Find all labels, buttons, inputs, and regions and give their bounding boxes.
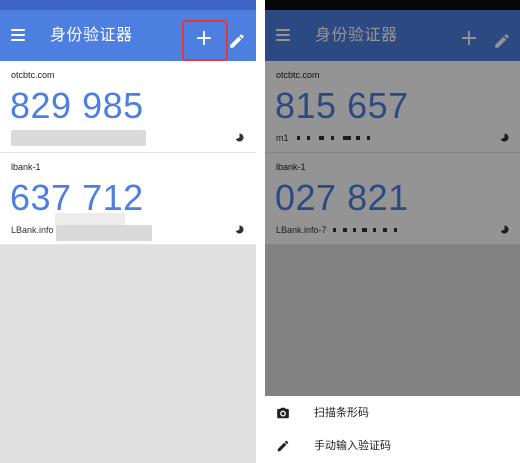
scan-barcode-label: 扫描条形码 [314, 406, 369, 419]
left-screen: 身份验证器 + otcbtc.com 829 985 lbank-1 637 7… [0, 0, 256, 463]
app-toolbar: 身份验证器 + [0, 10, 256, 61]
otp-code[interactable]: 829 985 [10, 85, 144, 127]
manual-entry-label: 手动输入验证码 [314, 439, 391, 452]
menu-icon[interactable] [11, 29, 25, 41]
add-account-sheet: 扫描条形码 手动输入验证码 [265, 396, 520, 463]
redacted-issuer [11, 130, 146, 146]
pencil-icon [277, 440, 289, 452]
account-name: lbank-1 [11, 162, 41, 172]
redacted-issuer [56, 225, 152, 241]
account-list: otcbtc.com 829 985 lbank-1 637 712 LBank… [0, 61, 256, 245]
status-bar [0, 0, 256, 10]
dim-overlay[interactable] [265, 0, 520, 396]
app-title: 身份验证器 [50, 25, 133, 44]
account-issuer: LBank.info [11, 225, 54, 235]
camera-icon [277, 407, 289, 419]
timer-icon [235, 225, 244, 234]
account-card[interactable]: lbank-1 637 712 LBank.info [0, 153, 256, 245]
scan-barcode-option[interactable]: 扫描条形码 [265, 398, 520, 428]
right-screen: 身份验证器 + otcbtc.com 815 657 m1 lbank-1 02… [265, 0, 520, 463]
account-card[interactable]: otcbtc.com 829 985 [0, 61, 256, 153]
account-name: otcbtc.com [11, 70, 55, 80]
add-icon[interactable]: + [188, 24, 220, 56]
edit-icon[interactable] [228, 32, 246, 50]
timer-icon [235, 133, 244, 142]
manual-entry-option[interactable]: 手动输入验证码 [265, 431, 520, 461]
